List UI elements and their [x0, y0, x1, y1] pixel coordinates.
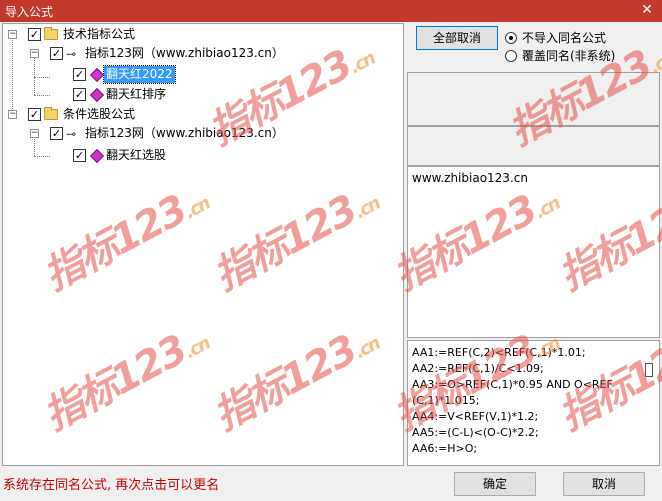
- key-icon: ⊸: [66, 127, 77, 141]
- formula-diamond-icon: [89, 67, 105, 83]
- radio-label: 不导入同名公式: [522, 31, 607, 45]
- formula-tree[interactable]: − ✓ 技术指标公式 − ✓ ⊸ 指标123网（www.zhibiao123.c…: [2, 23, 404, 466]
- radio-label: 覆盖同名(非系统): [522, 49, 616, 63]
- key-icon: ⊸: [66, 47, 77, 61]
- checkbox-checked-icon[interactable]: ✓: [73, 68, 86, 81]
- radio-overwrite[interactable]: 覆盖同名(非系统): [505, 48, 655, 64]
- formula-diamond-icon: [89, 148, 105, 164]
- options-divider-panel: [407, 72, 660, 126]
- code-line: AA6:=H>O;: [412, 442, 478, 455]
- folder-icon: [44, 107, 58, 120]
- window-title: 导入公式: [5, 5, 54, 19]
- tree-node-label: 翻天红2022: [103, 65, 176, 84]
- code-line: AA3:=O>REF(C,1)*0.95 AND O<REF: [412, 378, 613, 391]
- tree-node-label: 翻天红排序: [106, 87, 167, 101]
- collapse-icon[interactable]: −: [8, 110, 17, 119]
- cancel-button[interactable]: 取消: [563, 472, 645, 496]
- checkbox-checked-icon[interactable]: ✓: [73, 149, 86, 162]
- checkbox-checked-icon[interactable]: ✓: [73, 88, 86, 101]
- description-box[interactable]: www.zhibiao123.cn: [407, 166, 660, 338]
- radio-selected-icon[interactable]: [505, 32, 517, 44]
- scrollbar-thumb[interactable]: [645, 363, 653, 377]
- collapse-icon[interactable]: −: [30, 129, 39, 138]
- folder-icon: [44, 27, 58, 40]
- blank-panel: [407, 126, 660, 166]
- code-line: (C,1)*1.015;: [412, 394, 480, 407]
- description-text: www.zhibiao123.cn: [412, 171, 528, 185]
- tree-node-tech-indicators[interactable]: − ✓ 技术指标公式: [3, 26, 383, 43]
- checkbox-checked-icon[interactable]: ✓: [28, 28, 41, 41]
- close-icon[interactable]: ✕: [640, 2, 654, 18]
- status-message: 系统存在同名公式, 再次点击可以更名: [3, 478, 220, 493]
- tree-node-label: 指标123网（www.zhibiao123.cn）: [85, 126, 284, 140]
- checkbox-checked-icon[interactable]: ✓: [28, 108, 41, 121]
- formula-diamond-icon: [89, 87, 105, 103]
- tree-node-label: 技术指标公式: [63, 27, 136, 41]
- toggle-all-button[interactable]: 全部取消: [416, 26, 498, 50]
- code-line: AA2:=REF(C,1)/C<1.09;: [412, 362, 544, 375]
- collapse-icon[interactable]: −: [8, 30, 17, 39]
- checkbox-checked-icon[interactable]: ✓: [50, 127, 63, 140]
- code-line: AA5:=(C-L)<(O-C)*2.2;: [412, 426, 539, 439]
- tree-node-stock-selection[interactable]: − ✓ 条件选股公式: [3, 106, 303, 123]
- ok-button[interactable]: 确定: [454, 472, 536, 496]
- title-bar: 导入公式 ✕: [0, 0, 662, 22]
- tree-node-fantianhong-select[interactable]: ✓ 翻天红选股: [3, 147, 303, 164]
- tree-node-label: 翻天红选股: [106, 148, 167, 162]
- code-line: AA4:=V<REF(V,1)*1.2;: [412, 410, 539, 423]
- tree-node-label: 指标123网（www.zhibiao123.cn）: [85, 46, 284, 60]
- tree-node-zhibiao123-select[interactable]: − ✓ ⊸ 指标123网（www.zhibiao123.cn）: [3, 125, 393, 142]
- code-line: AA1:=REF(C,2)<REF(C,1)*1.01;: [412, 346, 586, 359]
- tree-node-label: 条件选股公式: [63, 107, 136, 121]
- tree-node-fantianhong-sort[interactable]: ✓ 翻天红排序: [3, 86, 303, 103]
- radio-unselected-icon[interactable]: [505, 50, 517, 62]
- tree-node-zhibiao123-tech[interactable]: − ✓ ⊸ 指标123网（www.zhibiao123.cn）: [3, 45, 393, 62]
- radio-no-import[interactable]: 不导入同名公式: [505, 30, 655, 46]
- formula-code-box[interactable]: AA1:=REF(C,2)<REF(C,1)*1.01; AA2:=REF(C,…: [407, 340, 660, 466]
- checkbox-checked-icon[interactable]: ✓: [50, 47, 63, 60]
- collapse-icon[interactable]: −: [30, 49, 39, 58]
- tree-node-fantianhong2022[interactable]: ✓ 翻天红2022: [3, 65, 303, 84]
